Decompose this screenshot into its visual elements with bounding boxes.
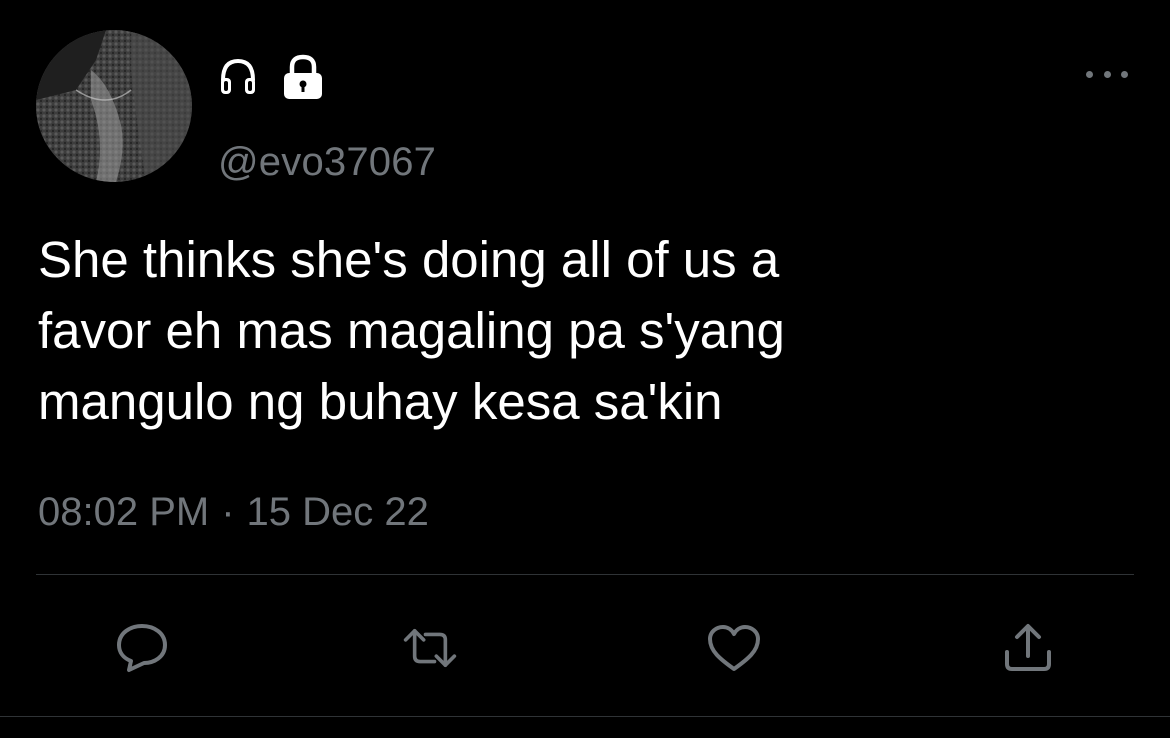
display-name-row [218,52,326,102]
timestamp-separator: · [221,490,235,534]
tweet-date: 15 Dec 22 [246,490,429,534]
like-button[interactable] [706,620,762,676]
reply-button[interactable] [114,620,170,676]
user-handle[interactable]: @evo37067 [218,138,436,186]
share-button[interactable] [1000,620,1056,676]
like-icon [708,625,760,671]
share-icon [1005,624,1051,671]
tweet-text: She thinks she's doing all of us a favor… [38,231,785,430]
headphones-icon [218,56,258,98]
more-options-icon[interactable] [1086,62,1128,86]
divider [36,574,1134,575]
retweet-button[interactable] [402,620,458,676]
divider-bottom [0,716,1170,717]
avatar-image [36,30,192,182]
avatar[interactable] [36,30,192,182]
tweet-timestamp[interactable]: 08:02 PM · 15 Dec 22 [38,486,429,538]
tweet-detail: @evo37067 She thinks she's doing all of … [0,0,1170,738]
tweet-time: 08:02 PM [38,490,210,534]
lock-icon [280,53,326,101]
retweet-icon [403,629,457,667]
reply-icon [117,624,167,672]
